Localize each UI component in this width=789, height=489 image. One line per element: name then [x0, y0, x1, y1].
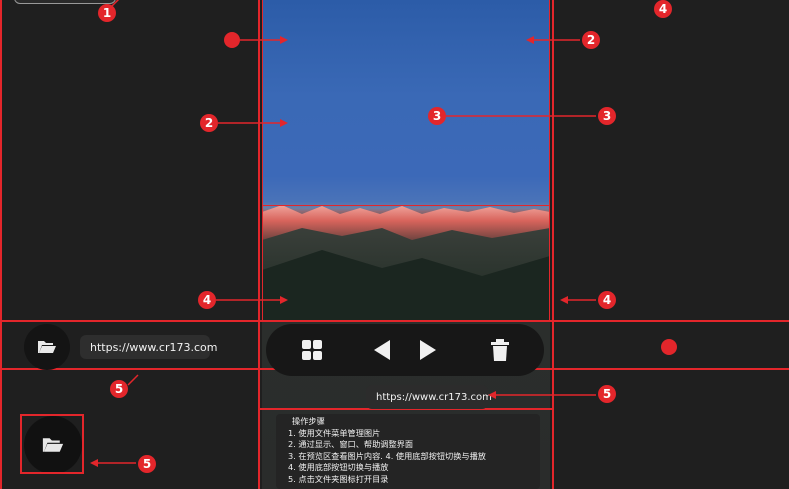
- annotation-badge: 5: [138, 455, 156, 473]
- annotation-badge: 4: [198, 291, 216, 309]
- annotation-arrows: [90, 0, 596, 467]
- annotation-badge: 1: [98, 4, 116, 22]
- annotation-badge: 5: [110, 380, 128, 398]
- annotation-badge: 3: [428, 107, 446, 125]
- annotation-badge: 4: [654, 0, 672, 18]
- annotation-badge: 5: [598, 385, 616, 403]
- annotation-dot: [661, 339, 677, 355]
- annotation-dot: [224, 32, 240, 48]
- annotation-badge: 2: [582, 31, 600, 49]
- annotation-badge: 3: [598, 107, 616, 125]
- annotation-badge: 2: [200, 114, 218, 132]
- annotation-badge: 4: [598, 291, 616, 309]
